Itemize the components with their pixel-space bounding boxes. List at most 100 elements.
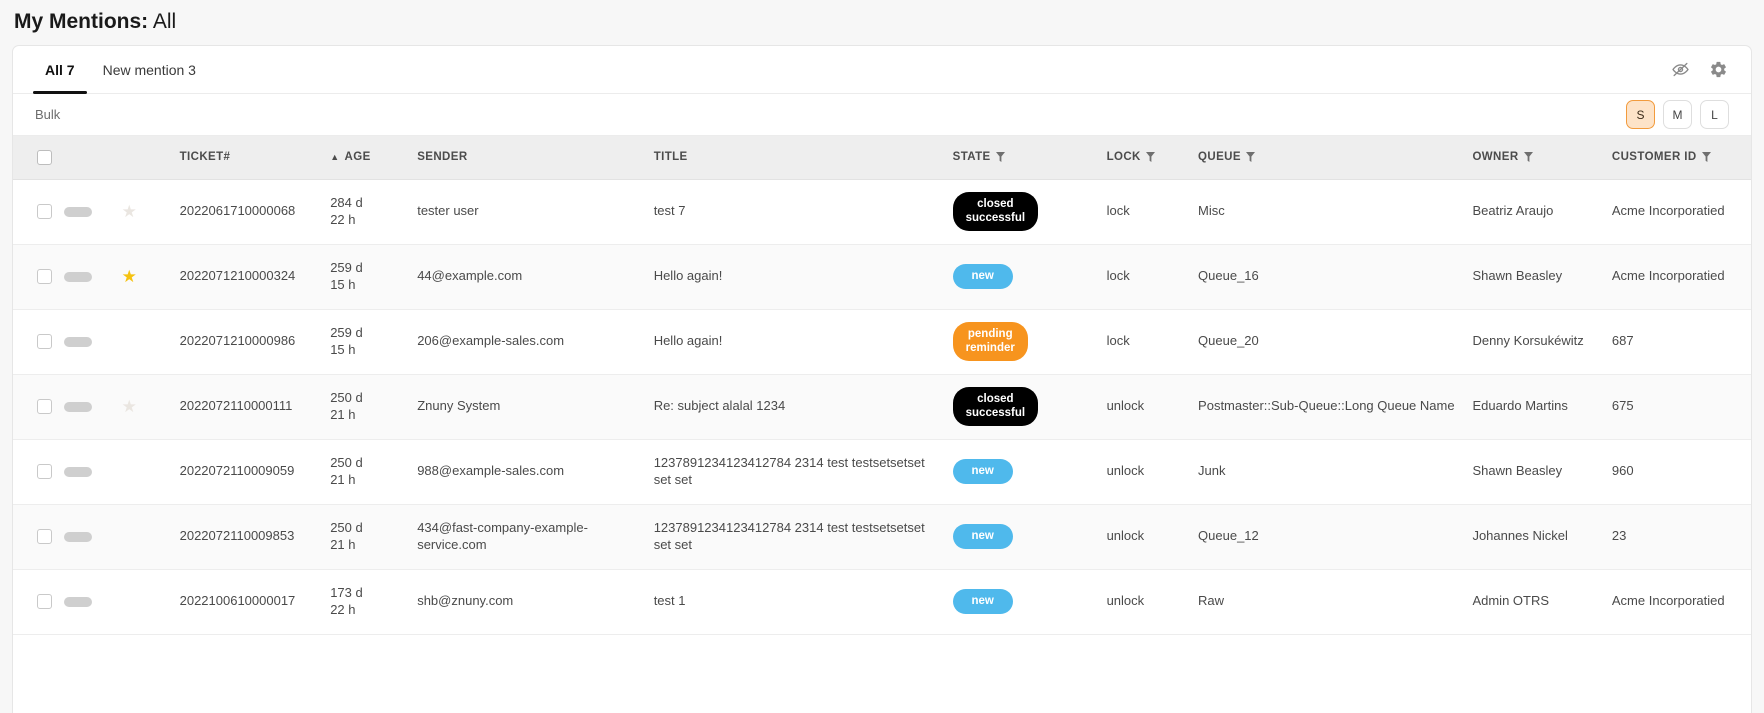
status-badge[interactable]: closed successful <box>953 192 1038 230</box>
col-lock[interactable]: LOCK <box>1101 136 1192 179</box>
cell-lock: unlock <box>1101 504 1192 569</box>
cell-title[interactable]: Re: subject alalal 1234 <box>648 374 947 439</box>
tab-new-mention-label: New mention 3 <box>103 62 196 78</box>
col-ticket-number-label: TICKET# <box>180 151 231 163</box>
filter-icon[interactable] <box>1702 152 1711 162</box>
star-icon[interactable]: ★ <box>122 203 168 220</box>
gear-icon[interactable] <box>1707 59 1729 81</box>
filter-icon[interactable] <box>1246 152 1255 162</box>
row-select-cell <box>13 244 58 309</box>
cell-owner: Shawn Beasley <box>1466 244 1605 309</box>
row-flag-cell <box>58 244 116 309</box>
table-row[interactable]: ★2022071210000986259 d 15 h206@example-s… <box>13 309 1751 374</box>
status-badge[interactable]: closed successful <box>953 387 1038 425</box>
placeholder-pill-icon <box>64 597 92 607</box>
cell-state: new <box>947 244 1101 309</box>
row-checkbox[interactable] <box>37 269 52 284</box>
row-select-cell <box>13 439 58 504</box>
cell-ticket-number[interactable]: 2022100610000017 <box>174 569 325 634</box>
filter-icon[interactable] <box>996 152 1005 162</box>
col-owner[interactable]: OWNER <box>1466 136 1605 179</box>
tab-all[interactable]: All 7 <box>31 46 89 93</box>
col-state-label: STATE <box>953 151 991 163</box>
status-badge[interactable]: new <box>953 589 1013 614</box>
table-row[interactable]: ★2022071210000324259 d 15 h44@example.co… <box>13 244 1751 309</box>
cell-title[interactable]: 1237891234123412784 2314 test testsetset… <box>648 504 947 569</box>
row-checkbox[interactable] <box>37 464 52 479</box>
row-star-cell: ★ <box>116 569 174 634</box>
cell-title[interactable]: Hello again! <box>648 244 947 309</box>
cell-sender: tester user <box>411 179 647 244</box>
cell-title[interactable]: test 1 <box>648 569 947 634</box>
cell-ticket-number[interactable]: 2022061710000068 <box>174 179 325 244</box>
row-checkbox[interactable] <box>37 204 52 219</box>
cell-title[interactable]: 1237891234123412784 2314 test testsetset… <box>648 439 947 504</box>
cell-state: new <box>947 504 1101 569</box>
cell-owner: Denny Korsukéwitz <box>1466 309 1605 374</box>
table-row[interactable]: ★2022061710000068284 d 22 htester userte… <box>13 179 1751 244</box>
cell-ticket-number[interactable]: 2022072110000111 <box>174 374 325 439</box>
filter-icon[interactable] <box>1146 152 1155 162</box>
col-flag <box>58 136 116 179</box>
bulk-button[interactable]: Bulk <box>35 107 60 122</box>
cell-lock: unlock <box>1101 439 1192 504</box>
cell-ticket-number[interactable]: 2022072110009059 <box>174 439 325 504</box>
cell-customer-id: 675 <box>1606 374 1751 439</box>
size-button-m[interactable]: M <box>1663 100 1692 129</box>
status-badge[interactable]: new <box>953 459 1013 484</box>
col-title[interactable]: TITLE <box>648 136 947 179</box>
col-ticket-number[interactable]: TICKET# <box>174 136 325 179</box>
table-row[interactable]: ★2022100610000017173 d 22 hshb@znuny.com… <box>13 569 1751 634</box>
row-checkbox[interactable] <box>37 529 52 544</box>
sort-ascending-icon: ▲ <box>330 153 339 162</box>
status-badge[interactable]: new <box>953 524 1013 549</box>
select-all-checkbox[interactable] <box>37 150 52 165</box>
cell-ticket-number[interactable]: 2022072110009853 <box>174 504 325 569</box>
tab-all-label: All 7 <box>45 62 75 78</box>
cell-customer-id: Acme Incorporatied <box>1606 179 1751 244</box>
cell-lock: lock <box>1101 244 1192 309</box>
size-button-l[interactable]: L <box>1700 100 1729 129</box>
cell-ticket-number[interactable]: 2022071210000986 <box>174 309 325 374</box>
size-button-s[interactable]: S <box>1626 100 1655 129</box>
cell-customer-id: 23 <box>1606 504 1751 569</box>
cell-age: 250 d 21 h <box>324 374 411 439</box>
col-customer-id[interactable]: CUSTOMER ID <box>1606 136 1751 179</box>
col-state[interactable]: STATE <box>947 136 1101 179</box>
col-sender[interactable]: SENDER <box>411 136 647 179</box>
cell-ticket-number[interactable]: 2022071210000324 <box>174 244 325 309</box>
cell-sender: 44@example.com <box>411 244 647 309</box>
star-icon[interactable]: ★ <box>122 398 168 415</box>
table-row[interactable]: ★2022072110000111250 d 21 hZnuny SystemR… <box>13 374 1751 439</box>
row-flag-cell <box>58 374 116 439</box>
col-queue[interactable]: QUEUE <box>1192 136 1466 179</box>
col-age[interactable]: ▲ AGE <box>324 136 411 179</box>
cell-age: 250 d 21 h <box>324 439 411 504</box>
table-row[interactable]: ★2022072110009059250 d 21 h988@example-s… <box>13 439 1751 504</box>
row-star-cell: ★ <box>116 244 174 309</box>
star-icon[interactable]: ★ <box>122 268 168 285</box>
col-title-label: TITLE <box>654 151 688 163</box>
status-badge[interactable]: new <box>953 264 1013 289</box>
eye-slash-icon[interactable] <box>1669 59 1691 81</box>
size-button-m-label: M <box>1673 108 1683 122</box>
cell-queue: Queue_12 <box>1192 504 1466 569</box>
row-checkbox[interactable] <box>37 399 52 414</box>
cell-title[interactable]: Hello again! <box>648 309 947 374</box>
status-badge[interactable]: pending reminder <box>953 322 1028 360</box>
table-row[interactable]: ★2022072110009853250 d 21 h434@fast-comp… <box>13 504 1751 569</box>
cell-queue: Postmaster::Sub-Queue::Long Queue Name <box>1192 374 1466 439</box>
row-checkbox[interactable] <box>37 594 52 609</box>
filter-icon[interactable] <box>1524 152 1533 162</box>
mentions-widget: All 7 New mention 3 Bulk <box>12 45 1752 713</box>
table-body: ★2022061710000068284 d 22 htester userte… <box>13 179 1751 634</box>
placeholder-pill-icon <box>64 207 92 217</box>
cell-title[interactable]: test 7 <box>648 179 947 244</box>
row-select-cell <box>13 504 58 569</box>
row-checkbox[interactable] <box>37 334 52 349</box>
tab-new-mention[interactable]: New mention 3 <box>89 46 210 93</box>
cell-age: 173 d 22 h <box>324 569 411 634</box>
col-lock-label: LOCK <box>1107 151 1141 163</box>
cell-owner: Eduardo Martins <box>1466 374 1605 439</box>
page-title-light: All <box>153 10 176 33</box>
